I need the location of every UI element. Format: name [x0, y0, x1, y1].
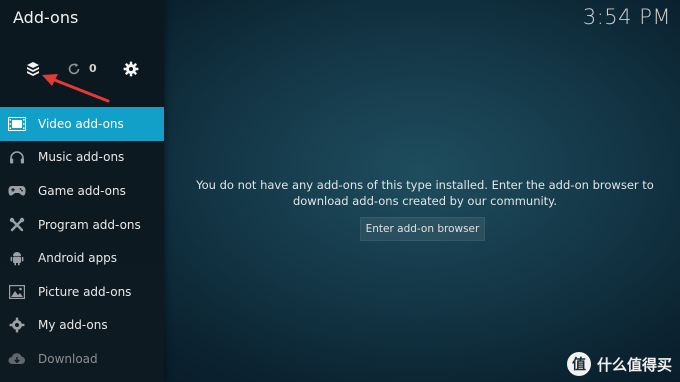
enter-addon-browser-button[interactable]: Enter add-on browser — [360, 217, 485, 241]
sidebar-item-label: My add-ons — [38, 318, 108, 333]
sidebar-item-music-addons[interactable]: Music add-ons — [0, 141, 164, 175]
tools-icon — [8, 217, 26, 232]
sidebar-item-download[interactable]: Download — [0, 342, 164, 376]
clock: 3:54 PM — [582, 5, 671, 29]
headphones-icon — [8, 150, 26, 164]
settings-button[interactable] — [120, 58, 142, 80]
sidebar-item-label: Game add-ons — [38, 183, 126, 198]
sidebar-item-label: Video add-ons — [38, 116, 124, 131]
sidebar-item-label: Picture add-ons — [38, 284, 132, 299]
sidebar-item-picture-addons[interactable]: Picture add-ons — [0, 275, 164, 309]
sidebar-item-my-addons[interactable]: My add-ons — [0, 309, 164, 343]
sidebar-item-label: Download — [38, 351, 98, 366]
sidebar-menu: Video add-ons Music add-ons Game add-ons… — [0, 107, 164, 376]
cloud-download-icon — [8, 352, 26, 366]
sidebar-item-label: Android apps — [38, 251, 118, 266]
sidebar-item-program-addons[interactable]: Program add-ons — [0, 208, 164, 242]
sidebar-item-label: Music add-ons — [38, 150, 125, 165]
watermark: 值 什么值得买 — [566, 352, 672, 376]
watermark-text: 什么值得买 — [596, 355, 672, 374]
sidebar-item-game-addons[interactable]: Game add-ons — [0, 174, 164, 208]
film-icon — [8, 116, 26, 131]
gamepad-icon — [8, 184, 26, 198]
sidebar-item-video-addons[interactable]: Video add-ons — [0, 107, 164, 141]
sidebar-item-label: Program add-ons — [38, 217, 141, 232]
page-title: Add-ons — [13, 8, 79, 27]
picture-icon — [8, 284, 26, 299]
gear-icon — [123, 61, 139, 77]
watermark-logo: 值 — [566, 352, 591, 376]
annotation-arrow — [42, 74, 110, 103]
sidebar-item-android-apps[interactable]: Android apps — [0, 241, 164, 275]
android-icon — [8, 251, 26, 266]
sidebar: Add-ons 0 Video add-ons Music add-ons Ga… — [0, 0, 164, 382]
empty-state-message: You do not have any add-ons of this type… — [196, 178, 654, 208]
gear-icon — [8, 317, 26, 333]
